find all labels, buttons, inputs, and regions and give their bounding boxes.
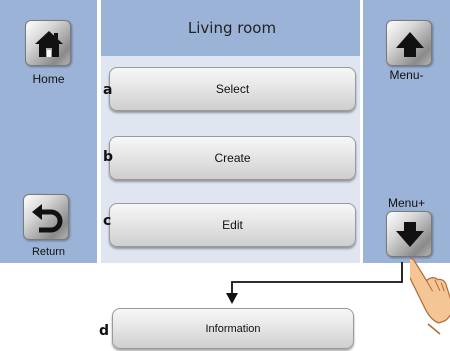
connector-arrow bbox=[226, 262, 403, 304]
pointing-hand-icon bbox=[410, 257, 450, 335]
information-button[interactable]: Information bbox=[112, 308, 354, 349]
